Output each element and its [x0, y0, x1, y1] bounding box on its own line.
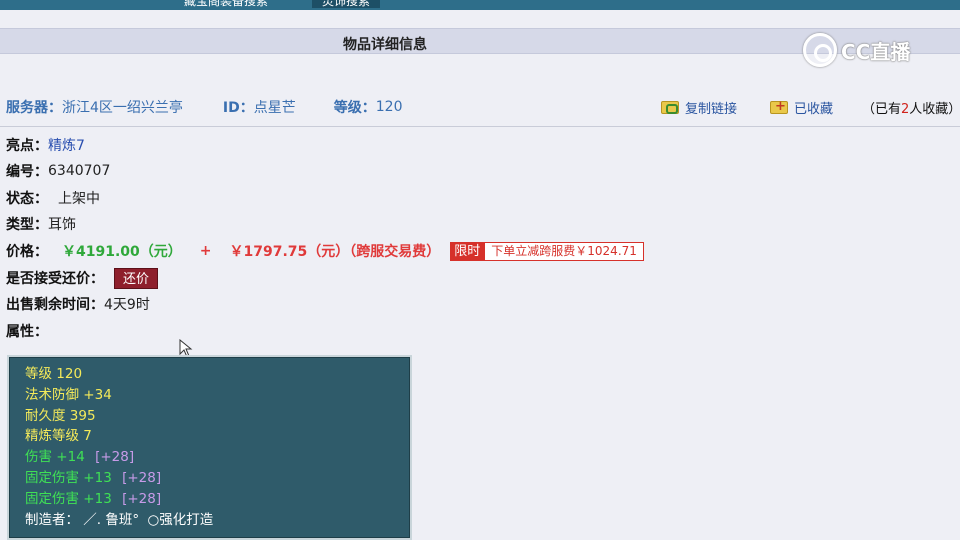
- serial-label: 编号：: [6, 164, 48, 180]
- remaining-time-value: 4天9时: [104, 297, 150, 313]
- favorite-count: （已有2人收藏）: [862, 98, 960, 117]
- price-plus: +: [199, 243, 212, 259]
- attribute-panel: 等级 120 法术防御 +34 耐久度 395 精炼等级 7 伤害 +14 [+…: [7, 355, 412, 540]
- status-label: 状态：: [6, 191, 48, 207]
- highlight-value: 精炼7: [48, 138, 85, 154]
- fav-count-prefix: （已有: [862, 102, 902, 117]
- remaining-time-row: 出售剩余时间： 4天9时: [6, 293, 150, 315]
- level-label: 等级：: [333, 100, 376, 116]
- serial-row: 编号： 6340707: [6, 160, 110, 182]
- maker-suffix: ○强化打造: [147, 511, 214, 528]
- special-attr-bonus: [+28]: [122, 469, 162, 486]
- favorited-label: 已收藏: [794, 102, 834, 117]
- server-value: 浙江4区一绍兴兰亭: [62, 100, 183, 116]
- attr-line: 精炼等级 7: [25, 428, 92, 445]
- maker-label: 制造者：: [25, 511, 79, 528]
- favorited-button[interactable]: 已收藏: [770, 98, 833, 117]
- special-attr-name: 固定伤害 +13: [25, 469, 112, 486]
- special-attr-name: 固定伤害 +13: [25, 490, 112, 507]
- attr-line: 耐久度 395: [25, 407, 96, 424]
- cc-logo-icon: [803, 33, 837, 67]
- remaining-time-label: 出售剩余时间：: [6, 297, 104, 313]
- type-label: 类型：: [6, 217, 48, 233]
- status-value: 上架中: [58, 191, 100, 207]
- server-label: 服务器：: [6, 100, 62, 116]
- seller-info-row: 服务器： 浙江4区一绍兴兰亭 ID： 点星芒 等级： 120: [6, 96, 403, 118]
- type-row: 类型： 耳饰: [6, 213, 76, 235]
- status-row: 状态： 上架中: [6, 187, 100, 209]
- copy-link-icon: [661, 101, 679, 114]
- attributes-row: 属性：: [6, 320, 48, 342]
- attributes-label: 属性：: [6, 324, 48, 340]
- section-divider: [0, 126, 960, 127]
- maker-line: 制造者： ／. 鲁班° ○强化打造: [25, 510, 394, 531]
- highlight-row: 亮点： 精炼7: [6, 134, 85, 156]
- discount-badge: 下单立减跨服费￥1024.71: [484, 241, 644, 261]
- id-value: 点星芒: [253, 100, 296, 116]
- copy-link-label: 复制链接: [685, 102, 738, 117]
- special-attr-line: 固定伤害 +13 [+28]: [25, 489, 394, 510]
- watermark-text: CC直播: [841, 39, 911, 64]
- special-attr-line: 固定伤害 +13 [+28]: [25, 468, 394, 489]
- bargain-button[interactable]: 还价: [114, 267, 159, 289]
- special-attr-bonus: [+28]: [95, 449, 135, 466]
- highlight-label: 亮点：: [6, 138, 48, 154]
- special-attr-line: 伤害 +14 [+28]: [25, 447, 394, 468]
- attr-line: 等级 120: [25, 366, 83, 382]
- cc-live-watermark: CC直播: [803, 32, 910, 68]
- id-label: ID：: [222, 100, 254, 116]
- limited-time-badge: 限时: [450, 241, 485, 261]
- top-nav-bar: 藏宝阁装备搜索 灵饰搜索: [0, 0, 960, 10]
- level-value: 120: [375, 99, 403, 115]
- bargain-label: 是否接受还价：: [6, 271, 104, 287]
- tab-jewelry-search[interactable]: 灵饰搜索: [312, 0, 381, 8]
- maker-value: ／. 鲁班°: [83, 511, 140, 528]
- price-crossserver-fee: ￥1797.75（元）（跨服交易费）: [229, 244, 441, 260]
- tab-equipment-search[interactable]: 藏宝阁装备搜索: [174, 0, 278, 8]
- favorite-icon: [770, 99, 788, 114]
- fav-count-suffix: 人收藏）: [909, 102, 960, 117]
- price-label: 价格：: [6, 244, 48, 260]
- price-main: ￥4191.00（元）: [62, 244, 182, 260]
- special-attr-name: 伤害 +14: [25, 449, 85, 466]
- bargain-row: 是否接受还价： 还价: [6, 267, 159, 289]
- attr-line: 法术防御 +34: [25, 386, 112, 403]
- serial-value: 6340707: [48, 163, 111, 179]
- copy-link-button[interactable]: 复制链接: [661, 98, 737, 117]
- special-attr-bonus: [+28]: [122, 490, 162, 507]
- page-title: 物品详细信息: [343, 37, 427, 53]
- price-row: 价格： ￥4191.00（元） + ￥1797.75（元）（跨服交易费） 限时 …: [6, 240, 644, 262]
- type-value: 耳饰: [48, 217, 76, 233]
